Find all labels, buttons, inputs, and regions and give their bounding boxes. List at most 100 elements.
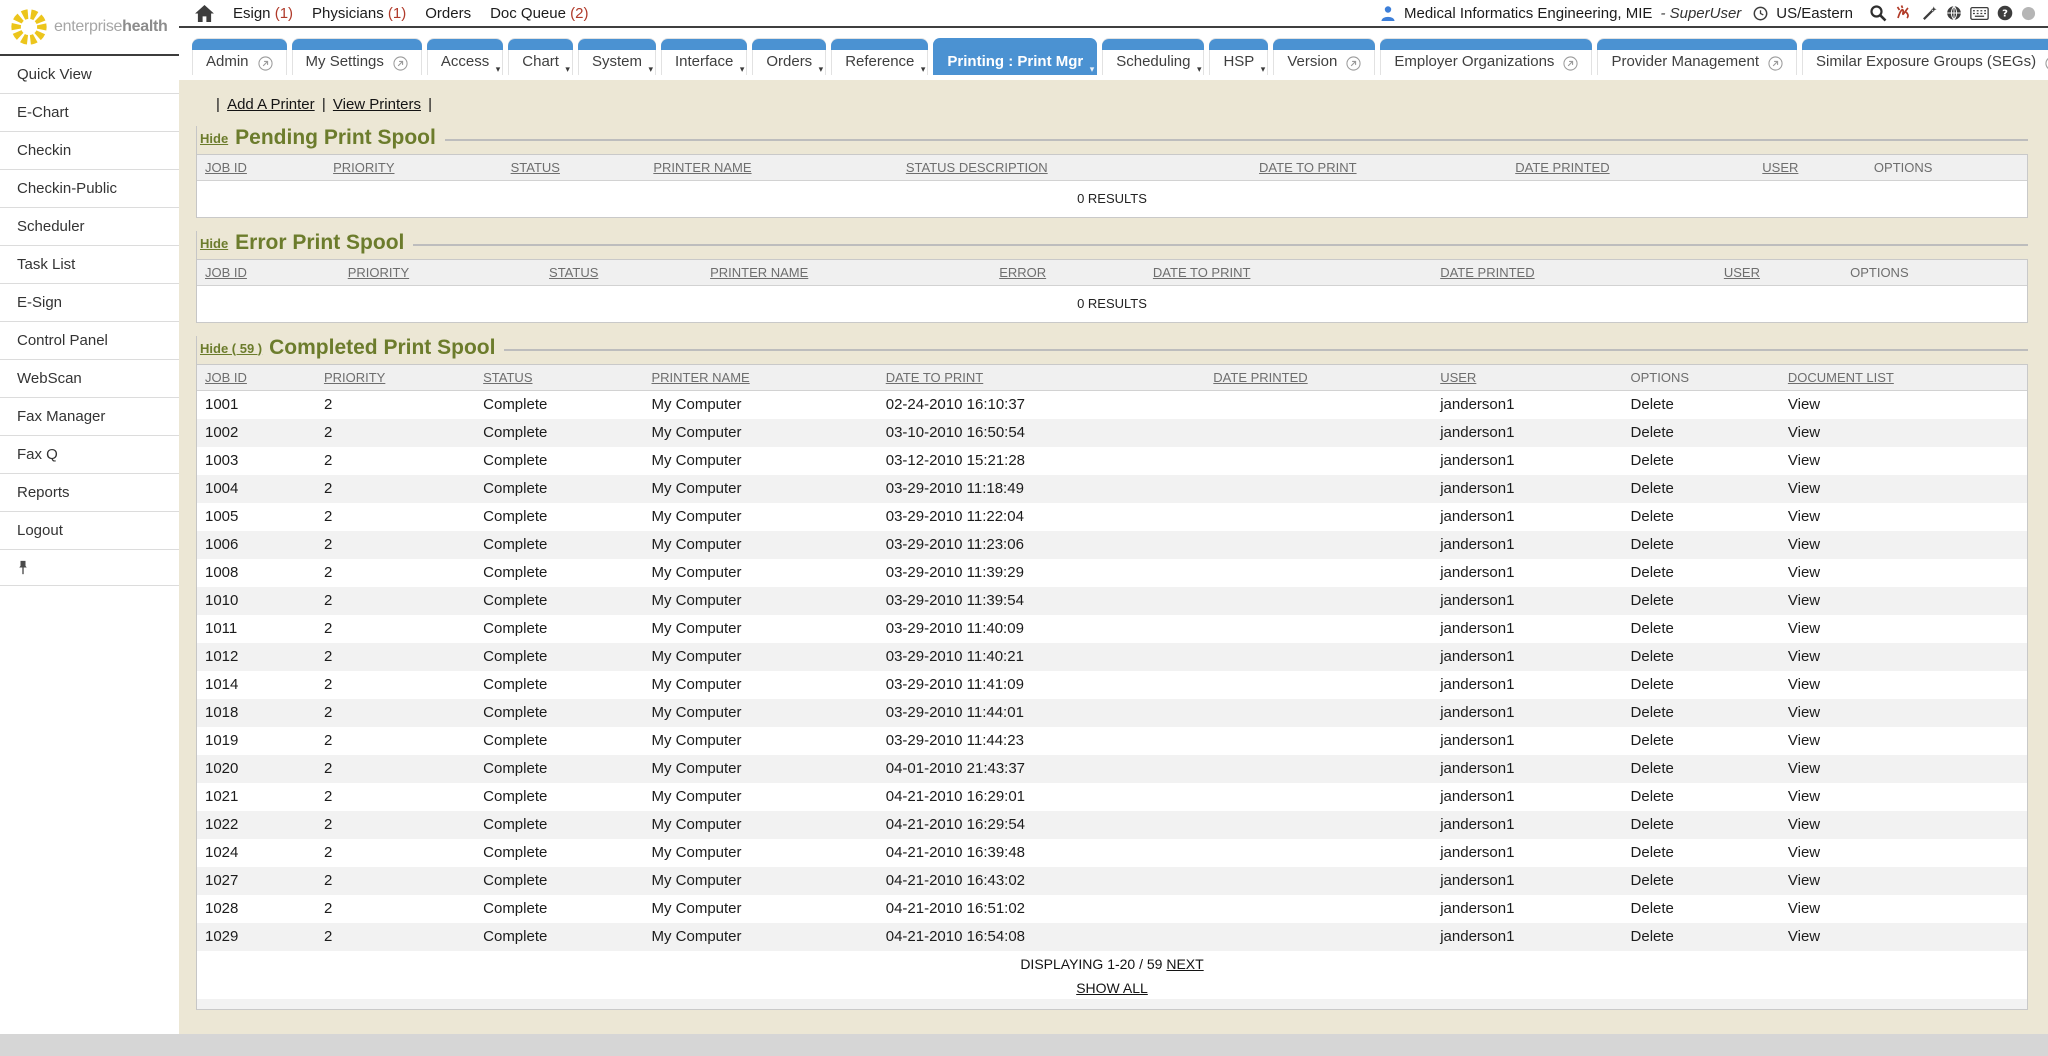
col-header-printer-name[interactable]: PRINTER NAME: [702, 260, 991, 286]
col-header-priority[interactable]: PRIORITY: [340, 260, 541, 286]
tab-employer-organizations[interactable]: Employer Organizations: [1380, 38, 1592, 75]
next-link[interactable]: NEXT: [1166, 956, 1203, 972]
col-header-date-to-print[interactable]: DATE TO PRINT: [1145, 260, 1432, 286]
home-button[interactable]: [195, 5, 214, 22]
delete-link[interactable]: Delete: [1631, 564, 1674, 581]
add-a-printer-link[interactable]: Add A Printer: [227, 96, 315, 113]
delete-link[interactable]: Delete: [1631, 424, 1674, 441]
col-header-document-list[interactable]: DOCUMENT LIST: [1780, 365, 2027, 391]
delete-link[interactable]: Delete: [1631, 620, 1674, 637]
col-header-status[interactable]: STATUS: [503, 155, 646, 181]
sidebar-item-reports[interactable]: Reports: [0, 474, 179, 512]
view-link[interactable]: View: [1788, 928, 1820, 945]
delete-link[interactable]: Delete: [1631, 732, 1674, 749]
col-header-job-id[interactable]: JOB ID: [197, 155, 325, 181]
topbar-link-physicians[interactable]: Physicians (1): [312, 5, 406, 22]
col-header-printer-name[interactable]: PRINTER NAME: [644, 365, 878, 391]
col-header-status-description[interactable]: STATUS DESCRIPTION: [898, 155, 1251, 181]
keyboard-icon[interactable]: [1970, 7, 1989, 20]
tab-access[interactable]: Access▾: [427, 38, 503, 75]
signature-icon[interactable]: [1895, 4, 1913, 22]
tab-interface[interactable]: Interface▾: [661, 38, 747, 75]
sidebar-item-quick-view[interactable]: Quick View: [0, 56, 179, 94]
topbar-link-orders[interactable]: Orders: [425, 5, 471, 22]
col-header-error[interactable]: ERROR: [991, 260, 1145, 286]
col-header-job-id[interactable]: JOB ID: [197, 260, 340, 286]
delete-link[interactable]: Delete: [1631, 816, 1674, 833]
col-header-date-printed[interactable]: DATE PRINTED: [1507, 155, 1754, 181]
tab-scheduling[interactable]: Scheduling▾: [1102, 38, 1204, 75]
delete-link[interactable]: Delete: [1631, 508, 1674, 525]
search-icon[interactable]: [1869, 4, 1887, 22]
show-all-link[interactable]: SHOW ALL: [1076, 980, 1148, 996]
view-link[interactable]: View: [1788, 536, 1820, 553]
sidebar-item-webscan[interactable]: WebScan: [0, 360, 179, 398]
view-link[interactable]: View: [1788, 704, 1820, 721]
col-header-date-printed[interactable]: DATE PRINTED: [1432, 260, 1716, 286]
sidebar-item-logout[interactable]: Logout: [0, 512, 179, 550]
sidebar-item-e-sign[interactable]: E-Sign: [0, 284, 179, 322]
completed-hide-link[interactable]: Hide ( 59 ): [200, 341, 262, 356]
view-link[interactable]: View: [1788, 592, 1820, 609]
tab-similar-exposure-groups-segs[interactable]: Similar Exposure Groups (SEGs): [1802, 38, 2048, 75]
view-link[interactable]: View: [1788, 760, 1820, 777]
error-hide-link[interactable]: Hide: [200, 236, 228, 251]
col-header-priority[interactable]: PRIORITY: [325, 155, 503, 181]
sidebar-item-checkin[interactable]: Checkin: [0, 132, 179, 170]
pending-hide-link[interactable]: Hide: [200, 131, 228, 146]
delete-link[interactable]: Delete: [1631, 760, 1674, 777]
view-link[interactable]: View: [1788, 452, 1820, 469]
view-link[interactable]: View: [1788, 788, 1820, 805]
sidebar-pin-button[interactable]: [0, 550, 179, 586]
tab-system[interactable]: System▾: [578, 38, 656, 75]
col-header-user[interactable]: USER: [1432, 365, 1622, 391]
tab-printing-print-mgr[interactable]: Printing : Print Mgr▾: [933, 38, 1097, 75]
delete-link[interactable]: Delete: [1631, 676, 1674, 693]
sidebar-item-fax-q[interactable]: Fax Q: [0, 436, 179, 474]
topbar-link-esign[interactable]: Esign (1): [233, 5, 293, 22]
view-printers-link[interactable]: View Printers: [333, 96, 421, 113]
tab-my-settings[interactable]: My Settings: [292, 38, 422, 75]
view-link[interactable]: View: [1788, 620, 1820, 637]
delete-link[interactable]: Delete: [1631, 452, 1674, 469]
delete-link[interactable]: Delete: [1631, 480, 1674, 497]
sidebar-item-task-list[interactable]: Task List: [0, 246, 179, 284]
tab-hsp[interactable]: HSP▾: [1209, 38, 1268, 75]
view-link[interactable]: View: [1788, 648, 1820, 665]
col-header-user[interactable]: USER: [1754, 155, 1866, 181]
col-header-date-to-print[interactable]: DATE TO PRINT: [878, 365, 1206, 391]
view-link[interactable]: View: [1788, 872, 1820, 889]
delete-link[interactable]: Delete: [1631, 704, 1674, 721]
col-header-date-printed[interactable]: DATE PRINTED: [1205, 365, 1432, 391]
delete-link[interactable]: Delete: [1631, 788, 1674, 805]
view-link[interactable]: View: [1788, 424, 1820, 441]
delete-link[interactable]: Delete: [1631, 648, 1674, 665]
col-header-status[interactable]: STATUS: [541, 260, 702, 286]
tab-orders[interactable]: Orders▾: [752, 38, 826, 75]
view-link[interactable]: View: [1788, 676, 1820, 693]
view-link[interactable]: View: [1788, 816, 1820, 833]
tab-admin[interactable]: Admin: [192, 38, 287, 75]
col-header-printer-name[interactable]: PRINTER NAME: [645, 155, 898, 181]
sidebar-item-fax-manager[interactable]: Fax Manager: [0, 398, 179, 436]
col-header-priority[interactable]: PRIORITY: [316, 365, 475, 391]
view-link[interactable]: View: [1788, 732, 1820, 749]
delete-link[interactable]: Delete: [1631, 844, 1674, 861]
delete-link[interactable]: Delete: [1631, 900, 1674, 917]
view-link[interactable]: View: [1788, 396, 1820, 413]
wand-icon[interactable]: [1921, 5, 1938, 22]
tab-reference[interactable]: Reference▾: [831, 38, 928, 75]
col-header-job-id[interactable]: JOB ID: [197, 365, 316, 391]
sidebar-item-scheduler[interactable]: Scheduler: [0, 208, 179, 246]
tab-chart[interactable]: Chart▾: [508, 38, 573, 75]
delete-link[interactable]: Delete: [1631, 536, 1674, 553]
col-header-status[interactable]: STATUS: [475, 365, 643, 391]
view-link[interactable]: View: [1788, 844, 1820, 861]
help-icon[interactable]: ?: [1997, 5, 2013, 21]
sidebar-item-checkin-public[interactable]: Checkin-Public: [0, 170, 179, 208]
sidebar-item-e-chart[interactable]: E-Chart: [0, 94, 179, 132]
col-header-date-to-print[interactable]: DATE TO PRINT: [1251, 155, 1507, 181]
view-link[interactable]: View: [1788, 564, 1820, 581]
view-link[interactable]: View: [1788, 900, 1820, 917]
delete-link[interactable]: Delete: [1631, 872, 1674, 889]
